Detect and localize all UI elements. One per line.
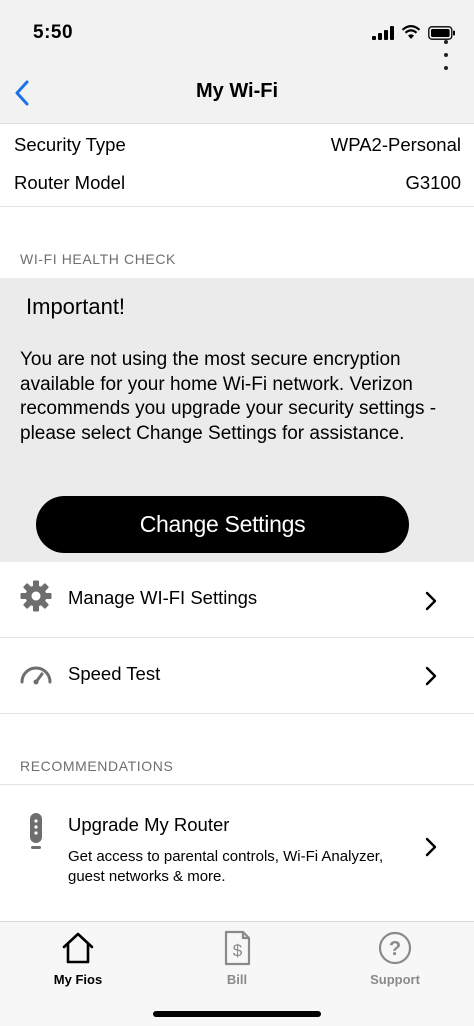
chevron-right-icon: [425, 837, 437, 857]
change-settings-button[interactable]: Change Settings: [36, 496, 409, 553]
menu-item-label: Speed Test: [68, 663, 161, 684]
tab-bill[interactable]: $ Bill: [182, 930, 292, 987]
alert-title: Important!: [26, 294, 126, 319]
wifi-icon: [401, 25, 421, 39]
page-title: My Wi-Fi: [195, 80, 279, 102]
tab-bar: My Fios $ Bill ? Support: [0, 921, 474, 1026]
menu-item-label: Manage WI-FI Settings: [68, 587, 258, 608]
recommendation-title: Upgrade My Router: [68, 814, 230, 835]
svg-text:$: $: [233, 941, 243, 960]
more-options-button[interactable]: [440, 40, 452, 70]
status-bar: 5:50: [0, 0, 474, 60]
nav-bar: My Wi-Fi: [0, 40, 474, 124]
signal-icon: [372, 26, 394, 40]
health-alert: Important! You are not using the most se…: [0, 278, 474, 562]
tab-label: Support: [370, 972, 420, 987]
divider: [0, 713, 474, 714]
help-icon: ?: [378, 931, 412, 965]
battery-icon: [428, 26, 455, 40]
speedometer-icon: [18, 656, 54, 692]
info-label: Router Model: [14, 172, 126, 193]
status-time: 5:50: [33, 22, 74, 43]
info-row-router-model: Router Model G3100: [0, 164, 474, 202]
router-icon: [18, 813, 54, 849]
chevron-right-icon: [425, 666, 437, 686]
gear-icon: [18, 578, 54, 614]
tab-my-fios[interactable]: My Fios: [23, 930, 133, 987]
info-value: WPA2-Personal: [330, 134, 461, 155]
divider: [0, 206, 474, 207]
menu-item-speed-test[interactable]: Speed Test: [0, 638, 474, 714]
more-dot-icon: [444, 66, 448, 70]
tab-support[interactable]: ? Support: [340, 930, 450, 987]
tab-label: Bill: [226, 972, 248, 987]
more-dot-icon: [444, 40, 448, 44]
info-label: Security Type: [14, 134, 126, 155]
home-icon: [62, 932, 94, 964]
svg-text:?: ?: [389, 938, 401, 960]
section-header-recommendations: RECOMMENDATIONS: [20, 758, 174, 774]
alert-body: You are not using the most secure encryp…: [20, 349, 437, 444]
recommendation-description: Get access to parental controls, Wi-Fi A…: [68, 848, 384, 885]
info-value: G3100: [405, 172, 461, 193]
bill-icon: $: [224, 930, 251, 966]
menu-item-manage-wifi-settings[interactable]: Manage WI-FI Settings: [0, 562, 474, 638]
info-row-security-type: Security Type WPA2-Personal: [0, 126, 474, 164]
tab-label: My Fios: [53, 972, 103, 987]
home-indicator: [153, 1011, 321, 1017]
section-header-health-check: WI-FI HEALTH CHECK: [20, 251, 176, 267]
chevron-right-icon: [425, 591, 437, 611]
more-dot-icon: [444, 53, 448, 57]
status-icons: [372, 25, 456, 40]
